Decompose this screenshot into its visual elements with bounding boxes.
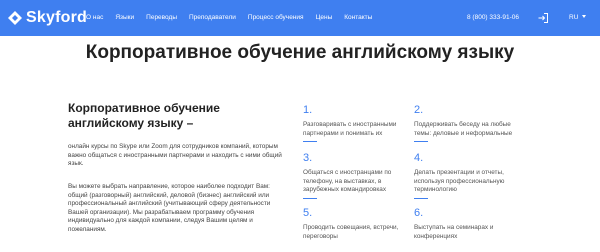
feature-divider (414, 141, 428, 143)
nav-link-translations[interactable]: Переводы (146, 13, 177, 22)
top-navbar: Skyford О нас Языки Переводы Преподавате… (0, 0, 600, 36)
logo-mark-icon (8, 11, 22, 25)
feature-number: 3. (303, 152, 313, 164)
feature-number: 6. (414, 207, 424, 219)
phone-number[interactable]: 8 (800) 333-91-06 (467, 13, 519, 22)
page-title: Корпоративное обучение английскому языку (85, 42, 515, 63)
feature-item-1: 1. Разговаривать с иностранными партнера… (303, 104, 403, 143)
nav-link-teachers[interactable]: Преподаватели (189, 13, 236, 22)
feature-text: Поддерживать беседу на любые темы: делов… (414, 121, 513, 137)
brand-name: Skyford (26, 9, 87, 26)
login-icon[interactable] (537, 11, 549, 23)
language-selector[interactable]: RU (569, 13, 578, 22)
feature-text: Выступать на семинарах и конференциях (414, 224, 494, 240)
feature-item-6: 6. Выступать на семинарах и конференциях (414, 207, 514, 241)
nav-link-contacts[interactable]: Контакты (344, 13, 372, 22)
feature-number: 5. (303, 207, 313, 219)
intro-title: Корпоративное обучение английскому языку… (68, 101, 220, 130)
feature-text: Разговаривать с иностранными партнерами … (303, 121, 397, 137)
intro-paragraph-2: Вы можете выбрать направление, которое н… (68, 183, 271, 233)
feature-item-5: 5. Проводить совещания, встречи, перегов… (303, 207, 403, 241)
feature-divider (303, 197, 317, 199)
feature-item-2: 2. Поддерживать беседу на любые темы: де… (414, 104, 514, 143)
feature-divider (303, 141, 317, 143)
feature-number: 4. (414, 152, 424, 164)
feature-text: Делать презентации и отчеты, используя п… (414, 169, 505, 194)
nav-link-process[interactable]: Процесс обучения (248, 13, 304, 22)
intro-paragraph-1: онлайн курсы по Skype или Zoom для сотру… (68, 143, 282, 168)
feature-text: Проводить совещания, встречи, переговоры (303, 224, 399, 240)
feature-text: Общаться с иностранцами по телефону, на … (303, 169, 392, 194)
feature-number: 2. (414, 104, 424, 116)
nav-link-languages[interactable]: Языки (115, 13, 134, 22)
brand-logo[interactable]: Skyford (8, 8, 87, 28)
feature-divider (414, 197, 428, 199)
nav-link-about[interactable]: О нас (86, 13, 103, 22)
main-nav: О нас Языки Переводы Преподаватели Проце… (86, 13, 384, 22)
nav-link-prices[interactable]: Цены (316, 13, 333, 22)
feature-item-4: 4. Делать презентации и отчеты, использу… (414, 152, 514, 199)
chevron-down-icon[interactable] (582, 15, 586, 18)
feature-number: 1. (303, 104, 313, 116)
feature-item-3: 3. Общаться с иностранцами по телефону, … (303, 152, 403, 199)
